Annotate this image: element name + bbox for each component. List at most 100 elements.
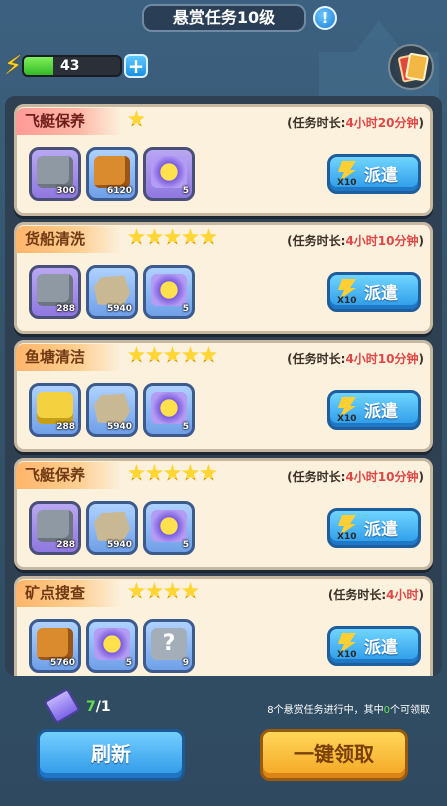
dispatch-button[interactable]: X10 派遣 xyxy=(327,272,421,312)
star-icon xyxy=(164,464,181,481)
task-card: 飞艇保养 (任务时长:4小时10分钟) 288 5940 5 X10 派遣 xyxy=(14,458,433,570)
duration-close: ) xyxy=(418,470,424,484)
reward-item[interactable]: 288 xyxy=(29,383,81,437)
task-name: 鱼塘清洁 xyxy=(16,344,121,371)
star-icon xyxy=(146,464,163,481)
task-duration: (任务时长:4小时10分钟) xyxy=(287,350,424,367)
reward-count: 5 xyxy=(182,540,189,550)
star-icon xyxy=(182,464,199,481)
energy-token-icon xyxy=(151,392,187,424)
reward-count: 9 xyxy=(182,658,189,668)
task-card-header: 矿点搜查 (任务时长:4小时) xyxy=(16,579,430,609)
duration-value: 4小时 xyxy=(386,588,419,602)
dispatch-cost: X10 xyxy=(337,414,357,424)
task-card: 鱼塘清洁 (任务时长:4小时10分钟) 288 5940 5 X10 派遣 xyxy=(14,340,433,452)
dispatch-label: 派遣 xyxy=(364,166,398,186)
energy-token-icon xyxy=(94,628,130,660)
task-star-rating xyxy=(128,110,146,132)
task-star-rating xyxy=(128,582,200,604)
star-icon xyxy=(128,346,145,363)
dispatch-button[interactable]: X10 派遣 xyxy=(327,626,421,666)
task-duration: (任务时长:4小时) xyxy=(328,586,424,603)
ore-icon xyxy=(37,274,73,306)
duration-value: 4小时10分钟 xyxy=(345,234,419,248)
task-card: 货船清洗 (任务时长:4小时10分钟) 288 5940 5 X10 派遣 xyxy=(14,222,433,334)
reward-count: 5 xyxy=(182,422,189,432)
dispatch-cost: X10 xyxy=(337,650,357,660)
reward-count: 5 xyxy=(182,186,189,196)
reward-count: 5940 xyxy=(106,540,132,550)
add-energy-button[interactable]: + xyxy=(124,54,148,78)
ticket-count: 7/1 xyxy=(86,699,111,715)
star-icon xyxy=(128,464,145,481)
reward-item[interactable]: 5940 xyxy=(86,383,138,437)
refresh-button[interactable]: 刷新 xyxy=(37,729,185,781)
reward-item[interactable]: 5 xyxy=(143,501,195,555)
reward-item[interactable]: ? 9 xyxy=(143,619,195,673)
star-icon xyxy=(128,582,145,599)
dispatch-cost: X10 xyxy=(337,532,357,542)
dispatch-cost: X10 xyxy=(337,296,357,306)
stone-block-icon xyxy=(94,511,130,542)
status-suffix: 个可领取 xyxy=(390,705,430,716)
dispatch-cost: X10 xyxy=(337,178,357,188)
claim-all-button[interactable]: 一键领取 xyxy=(260,729,408,781)
star-icon xyxy=(146,582,163,599)
energy-bar: 43 xyxy=(22,55,122,77)
dispatch-button[interactable]: X10 派遣 xyxy=(327,154,421,194)
duration-value: 4小时10分钟 xyxy=(345,470,419,484)
duration-value: 4小时20分钟 xyxy=(345,116,419,130)
reward-count: 5760 xyxy=(49,658,75,668)
task-duration: (任务时长:4小时20分钟) xyxy=(287,114,424,131)
reward-count: 6120 xyxy=(106,186,132,196)
duration-label: (任务时长: xyxy=(327,588,387,602)
dispatch-button[interactable]: X10 派遣 xyxy=(327,390,421,430)
card-icon xyxy=(404,52,430,82)
reward-count: 300 xyxy=(56,186,75,196)
task-card-header: 飞艇保养 (任务时长:4小时10分钟) xyxy=(16,461,430,491)
task-star-rating xyxy=(128,228,218,250)
reward-item[interactable]: 5 xyxy=(143,383,195,437)
stone-icon xyxy=(37,510,73,542)
reward-item[interactable]: 5940 xyxy=(86,501,138,555)
reward-item[interactable]: 5940 xyxy=(86,265,138,319)
duration-label: (任务时长: xyxy=(287,234,346,248)
stone-block-icon xyxy=(94,393,130,424)
reward-item[interactable]: 300 xyxy=(29,147,81,201)
lightning-icon: ⚡ xyxy=(4,51,23,81)
task-status-text: 8个悬赏任务进行中，其中0个可领取 xyxy=(267,701,430,716)
energy-token-icon xyxy=(151,274,187,306)
info-button[interactable]: ! xyxy=(313,6,337,30)
star-icon xyxy=(146,228,163,245)
reward-item[interactable]: 6120 xyxy=(86,147,138,201)
task-card-header: 飞艇保养 (任务时长:4小时20分钟) xyxy=(16,107,430,137)
reward-count: 5940 xyxy=(106,422,132,432)
task-list[interactable]: 飞艇保养 (任务时长:4小时20分钟) 300 6120 5 X10 派遣 货船清洗 (任务时长… xyxy=(5,96,442,676)
reward-item[interactable]: 288 xyxy=(29,265,81,319)
star-icon xyxy=(128,110,145,127)
energy-token-icon xyxy=(151,156,187,188)
dispatch-label: 派遣 xyxy=(364,402,398,422)
duration-value: 4小时10分钟 xyxy=(345,352,419,366)
card-collection-button[interactable] xyxy=(388,44,434,90)
reward-item[interactable]: 5 xyxy=(143,265,195,319)
reward-item[interactable]: 5 xyxy=(143,147,195,201)
star-icon xyxy=(128,228,145,245)
dispatch-label: 派遣 xyxy=(364,284,398,304)
star-icon xyxy=(200,464,217,481)
duration-label: (任务时长: xyxy=(287,470,346,484)
reward-item[interactable]: 5 xyxy=(86,619,138,673)
mystery-scroll-icon: ? xyxy=(151,628,187,660)
dispatch-button[interactable]: X10 派遣 xyxy=(327,508,421,548)
task-card-header: 货船清洗 (任务时长:4小时10分钟) xyxy=(16,225,430,255)
reward-count: 288 xyxy=(56,304,75,314)
reward-count: 5 xyxy=(125,658,132,668)
reward-item[interactable]: 288 xyxy=(29,501,81,555)
reward-item[interactable]: 5760 xyxy=(29,619,81,673)
reward-count: 5940 xyxy=(106,304,132,314)
star-icon xyxy=(182,228,199,245)
ticket-total: /1 xyxy=(95,699,111,715)
task-card-header: 鱼塘清洁 (任务时长:4小时10分钟) xyxy=(16,343,430,373)
duration-close: ) xyxy=(418,352,424,366)
task-card: 矿点搜查 (任务时长:4小时) 5760 5? 9 X10 派遣 xyxy=(14,576,433,676)
